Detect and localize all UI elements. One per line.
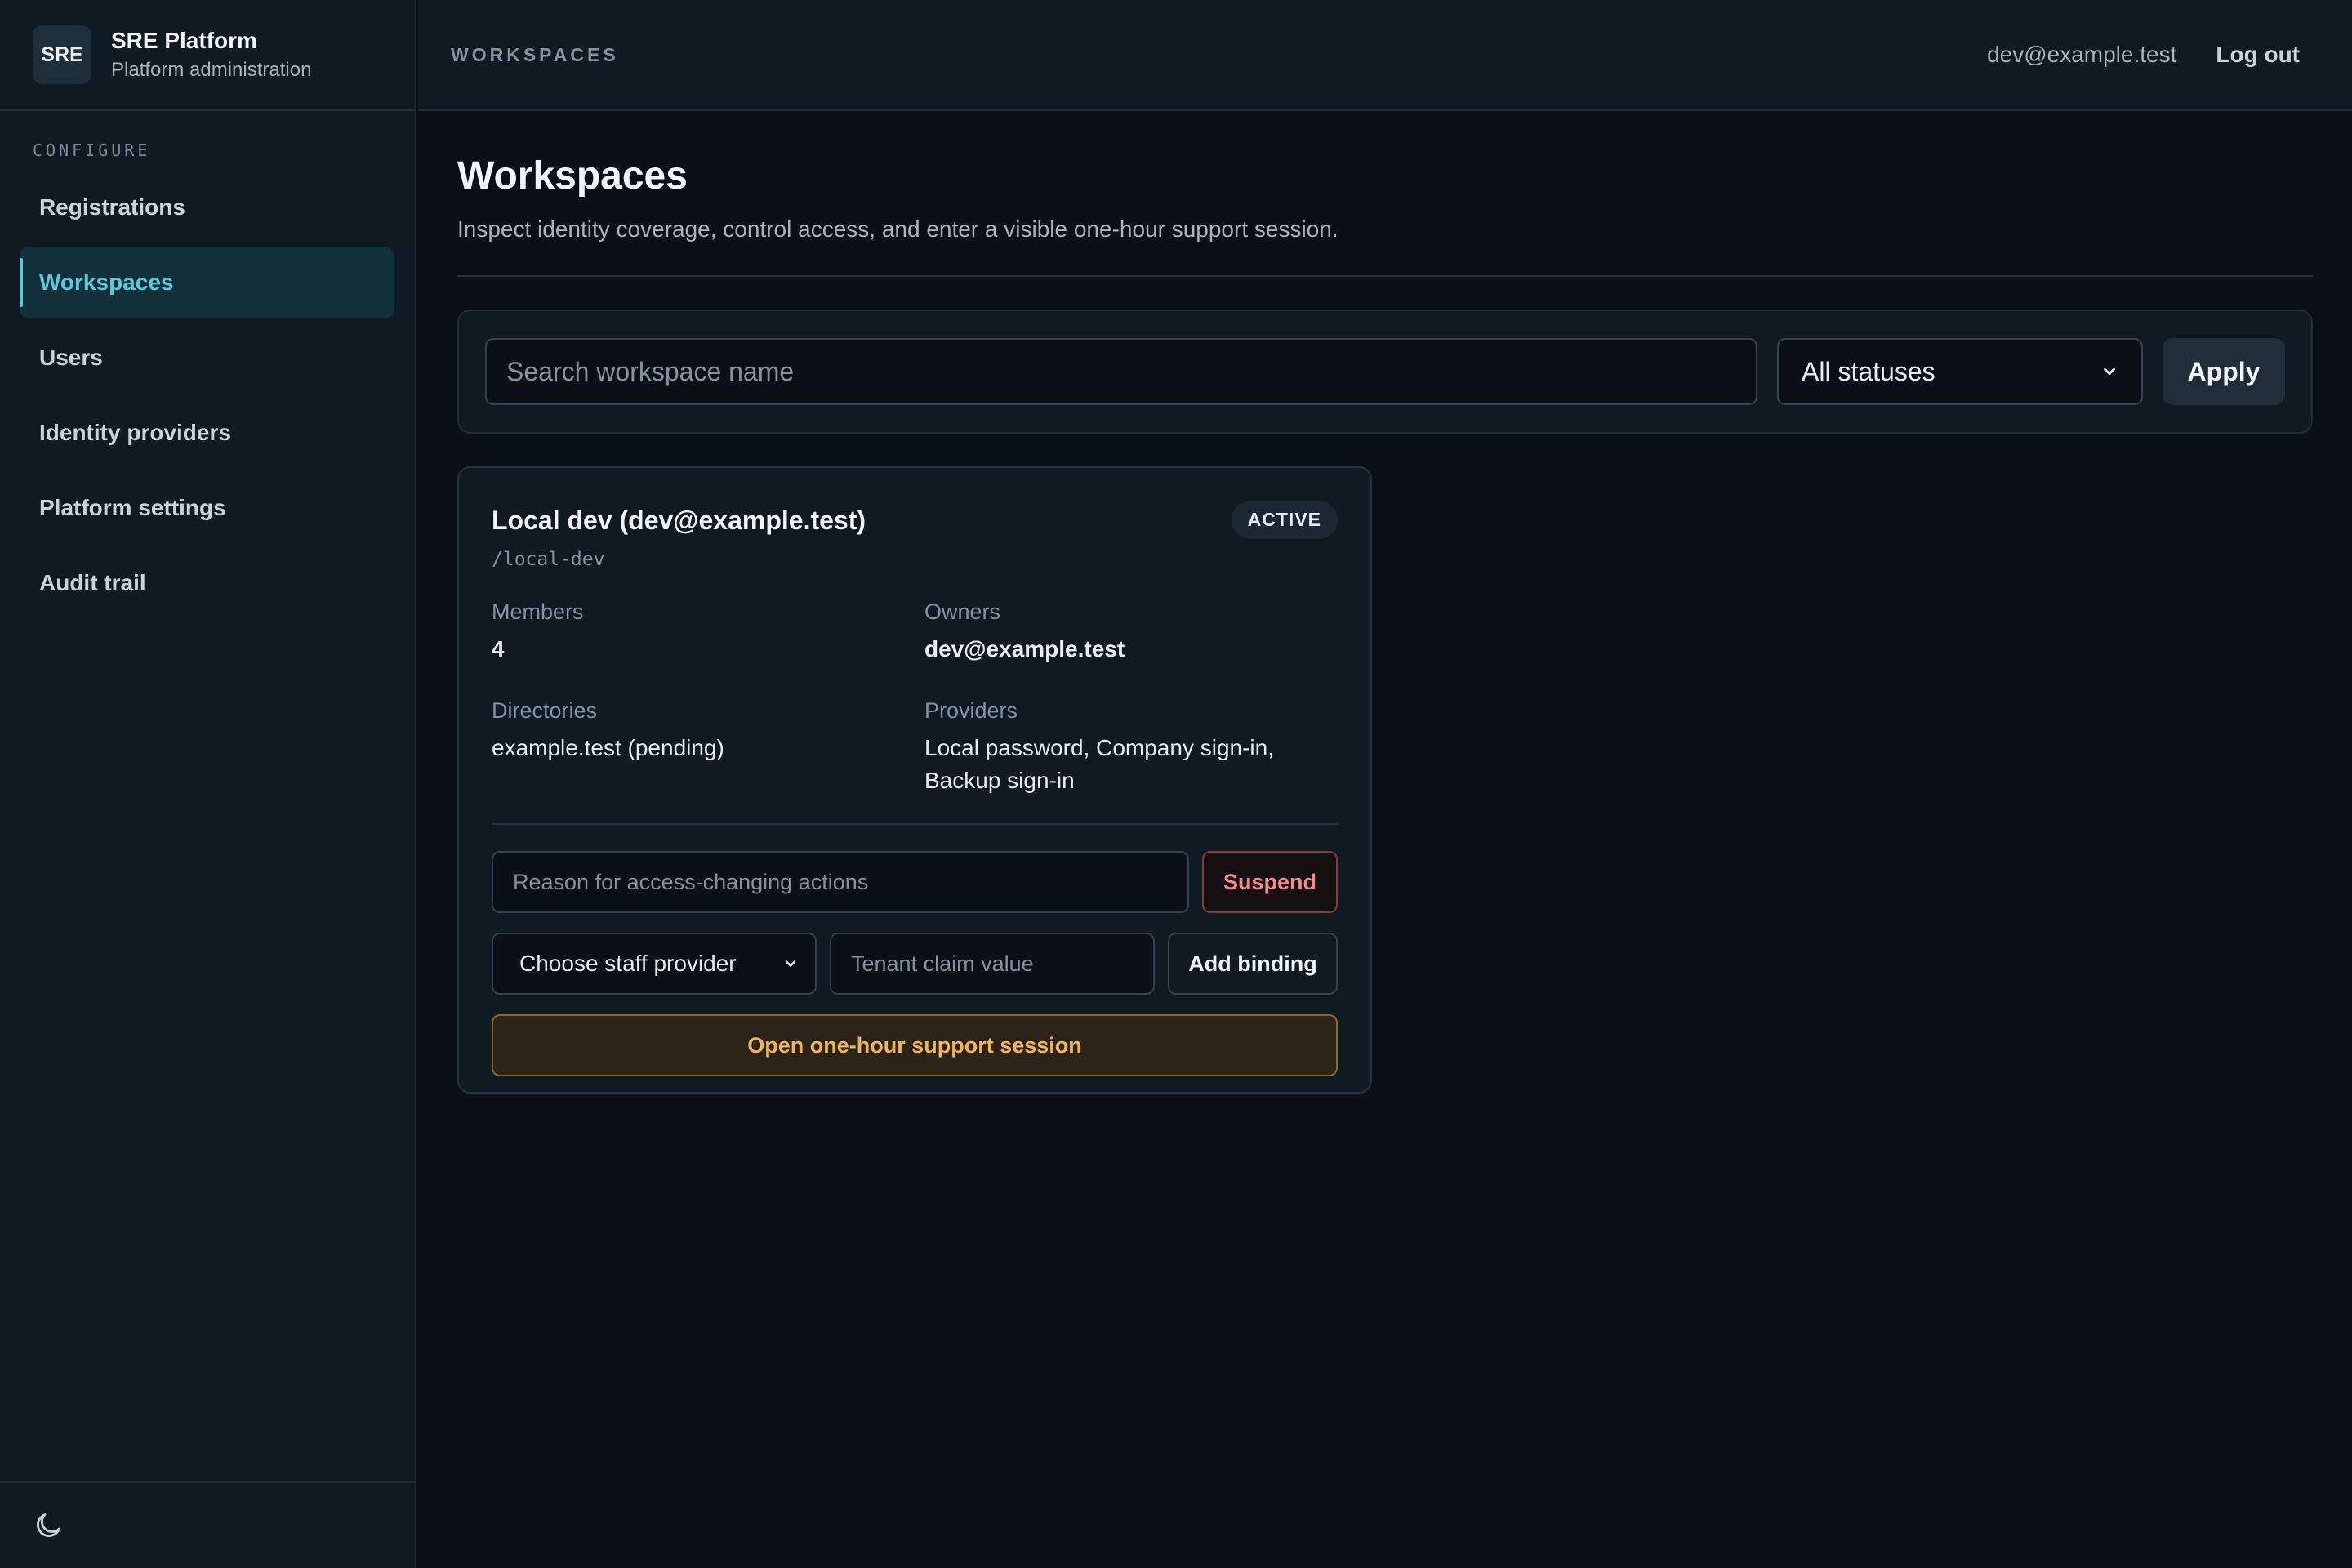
add-binding-button[interactable]: Add binding <box>1168 933 1338 995</box>
tenant-claim-input[interactable] <box>830 933 1155 995</box>
brand-title: SRE Platform <box>111 28 257 53</box>
status-select[interactable]: All statuses <box>1777 338 2143 405</box>
workspace-slug: /local-dev <box>492 549 605 570</box>
reason-input[interactable] <box>492 851 1189 913</box>
support-session-button[interactable]: Open one-hour support session <box>492 1014 1338 1076</box>
sidebar-item-workspaces[interactable]: Workspaces <box>20 247 394 318</box>
sidebar-item-audit-trail[interactable]: Audit trail <box>20 547 394 619</box>
sidebar: SRE SRE Platform Platform administration… <box>0 0 416 1568</box>
filter-bar: All statuses Apply <box>457 310 2313 434</box>
brand-subtitle: Platform administration <box>111 59 312 81</box>
staff-provider-select[interactable]: Choose staff provider <box>492 933 817 995</box>
members-field: Members 4 <box>492 599 924 666</box>
workspace-card: Local dev (dev@example.test) ACTIVE /loc… <box>457 466 1372 1094</box>
sidebar-item-identity-providers[interactable]: Identity providers <box>20 397 394 469</box>
directories-label: Directories <box>492 698 598 723</box>
card-divider <box>492 823 1338 825</box>
brand-logo: SRE <box>33 25 91 84</box>
sidebar-footer <box>0 1481 415 1568</box>
main-content: Workspaces Inspect identity coverage, co… <box>457 111 2313 1094</box>
owners-label: Owners <box>924 599 1001 624</box>
workspace-card-header: Local dev (dev@example.test) ACTIVE <box>492 501 1338 539</box>
topbar-user: dev@example.test Log out <box>1987 42 2300 68</box>
providers-label: Providers <box>924 698 1018 723</box>
binding-row: Choose staff provider Add binding <box>492 933 1338 995</box>
brand: SRE SRE Platform Platform administration <box>0 0 415 111</box>
status-select-value: All statuses <box>1802 356 1936 386</box>
app: SRE SRE Platform Platform administration… <box>0 0 2352 1568</box>
workspace-fields: Members 4 Owners dev@example.test Direct… <box>492 599 1338 797</box>
suspend-row: Suspend <box>492 851 1338 913</box>
sidebar-item-users[interactable]: Users <box>20 322 394 394</box>
apply-button[interactable]: Apply <box>2163 338 2285 405</box>
user-email: dev@example.test <box>1987 42 2177 67</box>
topbar: WORKSPACES dev@example.test Log out <box>418 0 2352 111</box>
suspend-button[interactable]: Suspend <box>1202 851 1338 913</box>
status-badge: ACTIVE <box>1231 501 1338 539</box>
directories-value: example.test (pending) <box>492 735 724 760</box>
page-subtitle: Inspect identity coverage, control acces… <box>457 216 1339 242</box>
moon-icon[interactable] <box>33 1510 64 1541</box>
chevron-down-icon <box>2100 363 2118 381</box>
chevron-down-icon <box>782 956 799 972</box>
owners-field: Owners dev@example.test <box>924 599 1333 666</box>
directories-field: Directories example.test (pending) <box>492 698 924 797</box>
logout-button[interactable]: Log out <box>2216 42 2300 68</box>
nav-section-label: CONFIGURE <box>33 140 151 160</box>
page-divider <box>457 275 2313 277</box>
owners-value: dev@example.test <box>924 636 1125 662</box>
brand-text: SRE Platform Platform administration <box>111 28 311 82</box>
sidebar-nav: Registrations Workspaces Users Identity … <box>0 172 415 619</box>
breadcrumb: WORKSPACES <box>451 43 619 65</box>
members-label: Members <box>492 599 584 624</box>
sidebar-item-platform-settings[interactable]: Platform settings <box>20 472 394 544</box>
search-input[interactable] <box>485 338 1757 405</box>
providers-value: Local password, Company sign-in, Backup … <box>924 735 1274 793</box>
members-value: 4 <box>492 636 505 662</box>
sidebar-item-registrations[interactable]: Registrations <box>20 172 394 243</box>
providers-field: Providers Local password, Company sign-i… <box>924 698 1333 797</box>
workspace-name: Local dev (dev@example.test) <box>492 506 866 535</box>
page-title: Workspaces <box>457 154 688 198</box>
staff-provider-select-value: Choose staff provider <box>519 951 737 976</box>
